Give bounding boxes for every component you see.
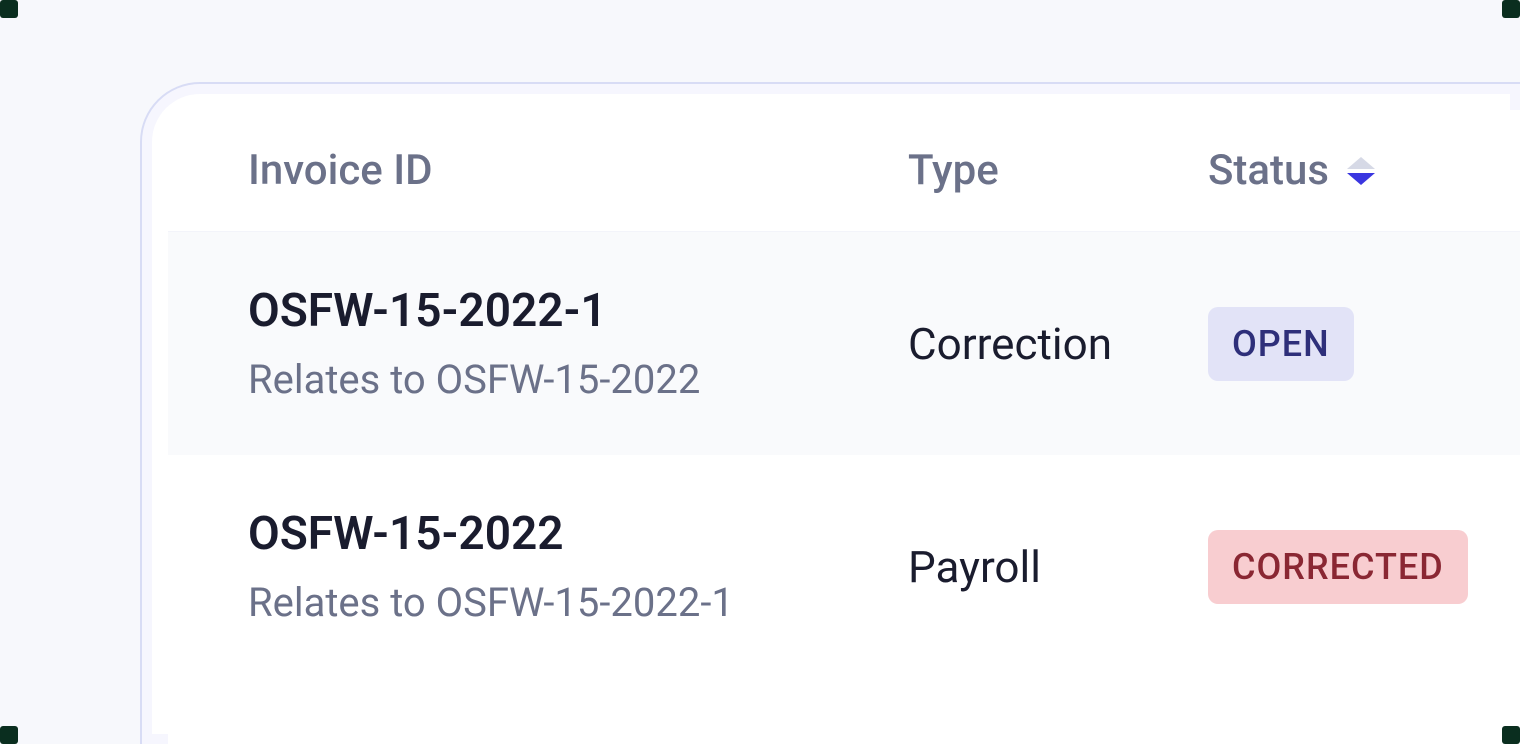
sort-down-icon (1347, 173, 1375, 185)
table-row[interactable]: OSFW-15-2022 Relates to OSFW-15-2022-1Pay… (168, 455, 1520, 678)
invoice-cell: OSFW-15-2022-1 Relates to OSFW-15-2022 (248, 284, 908, 403)
invoice-table: Invoice ID Type Status OSFW-15-2022-1 Rel… (168, 110, 1520, 678)
status-badge: OPEN (1208, 307, 1354, 381)
invoice-id: OSFW-15-2022 (248, 507, 908, 561)
status-badge: CORRECTED (1208, 530, 1468, 604)
sort-icon[interactable] (1347, 157, 1375, 185)
header-status[interactable]: Status (1208, 146, 1520, 195)
header-type[interactable]: Type (908, 146, 1208, 195)
type-cell: Correction (908, 318, 1208, 370)
status-cell: CORRECTED (1208, 530, 1520, 604)
invoice-id: OSFW-15-2022-1 (248, 284, 908, 338)
sort-up-icon (1347, 157, 1375, 169)
header-type-label: Type (908, 146, 999, 195)
type-cell: Payroll (908, 541, 1208, 593)
invoice-table-inner: Invoice ID Type Status OSFW-15-2022-1 Rel… (168, 110, 1520, 744)
header-invoice-id-label: Invoice ID (248, 146, 433, 195)
invoice-table-card: Invoice ID Type Status OSFW-15-2022-1 Rel… (140, 82, 1520, 744)
invoice-relates-to: Relates to OSFW-15-2022 (248, 356, 908, 403)
table-header-row: Invoice ID Type Status (168, 110, 1520, 232)
table-row[interactable]: OSFW-15-2022-1 Relates to OSFW-15-2022Cor… (168, 232, 1520, 455)
status-cell: OPEN (1208, 307, 1520, 381)
header-status-label: Status (1208, 146, 1329, 195)
header-invoice-id[interactable]: Invoice ID (248, 146, 908, 195)
invoice-relates-to: Relates to OSFW-15-2022-1 (248, 579, 908, 626)
invoice-cell: OSFW-15-2022 Relates to OSFW-15-2022-1 (248, 507, 908, 626)
